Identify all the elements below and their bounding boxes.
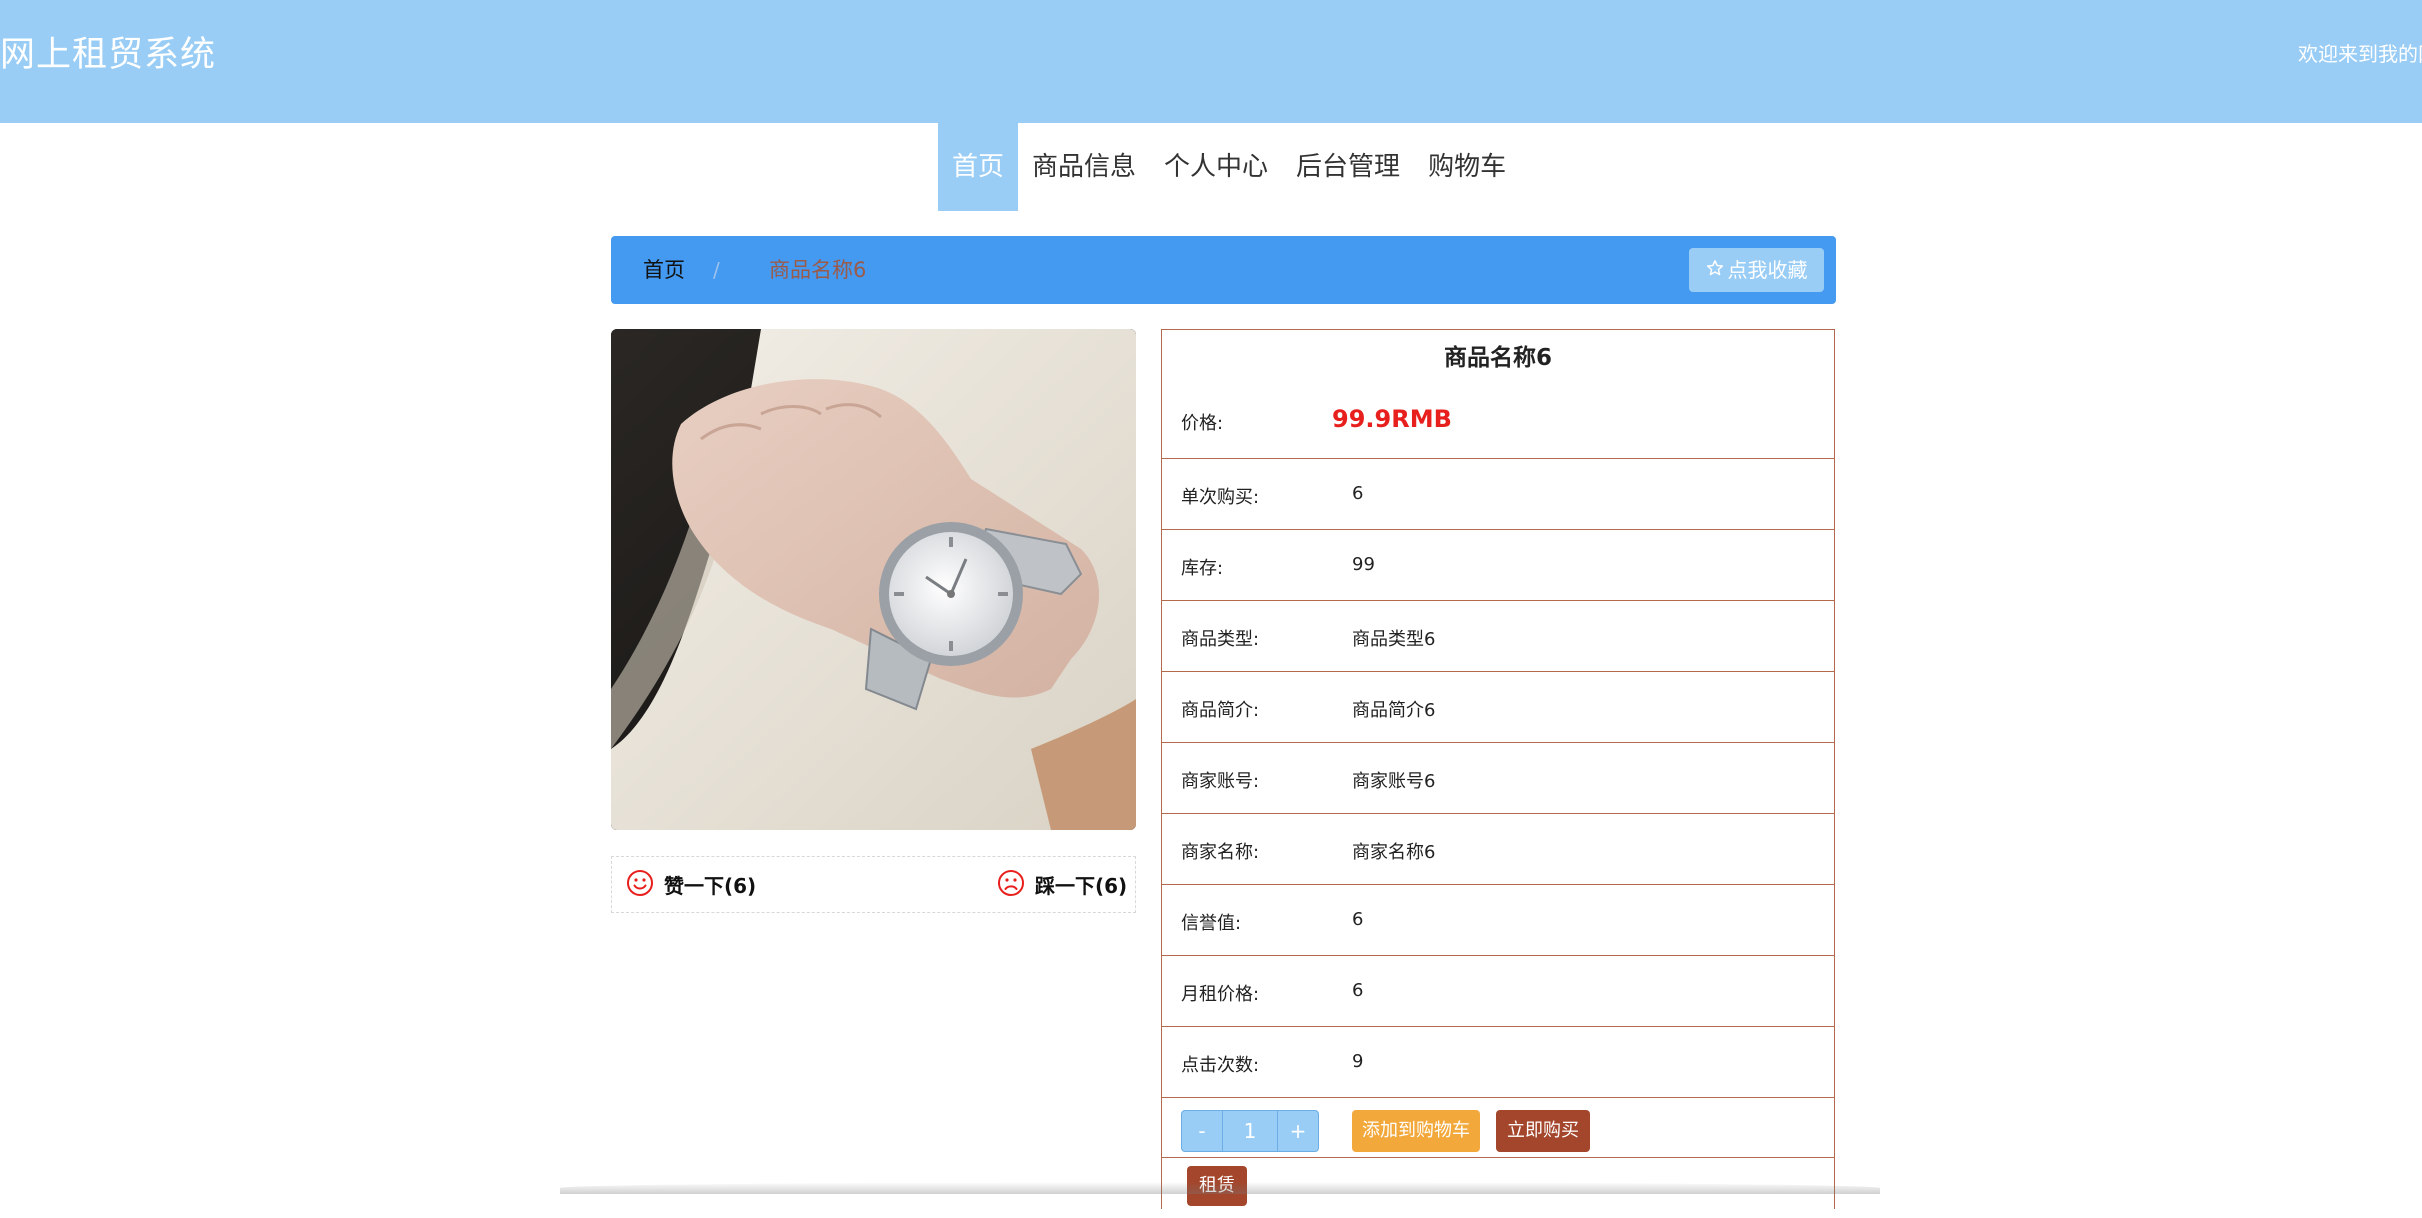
field-value: 商家名称6	[1352, 842, 1436, 863]
detail-row-clicks: 点击次数: 9	[1162, 1027, 1834, 1098]
quantity-input[interactable]: 1	[1223, 1110, 1277, 1152]
field-label: 点击次数:	[1181, 1055, 1260, 1076]
like-label: 赞一下(6)	[664, 874, 757, 898]
field-label: 库存:	[1181, 558, 1224, 579]
main-nav: 首页 商品信息 个人中心 后台管理 购物车	[938, 123, 1520, 211]
buy-now-button[interactable]: 立即购买	[1496, 1110, 1590, 1152]
field-label: 商品简介:	[1181, 700, 1260, 721]
detail-row-type: 商品类型: 商品类型6	[1162, 601, 1834, 672]
breadcrumb: 首页 / 商品名称6 点我收藏	[611, 236, 1836, 304]
smile-icon	[626, 869, 654, 901]
field-label: 商家账号:	[1181, 771, 1260, 792]
quantity-decrease-button[interactable]: -	[1181, 1110, 1223, 1152]
field-label: 月租价格:	[1181, 984, 1260, 1005]
detail-row-intro: 商品简介: 商品简介6	[1162, 672, 1834, 743]
field-value: 6	[1352, 980, 1364, 1001]
nav-item-profile[interactable]: 个人中心	[1150, 123, 1282, 211]
site-title: 网上租贸系统	[0, 35, 217, 75]
field-value: 商品类型6	[1352, 629, 1436, 650]
field-label: 单次购买:	[1181, 487, 1260, 508]
price-label: 价格:	[1181, 413, 1224, 434]
purchase-actions-row: - 1 + 添加到购物车 立即购买	[1162, 1098, 1834, 1158]
star-outline-icon	[1706, 248, 1724, 292]
detail-row-single-purchase: 单次购买: 6	[1162, 459, 1834, 530]
detail-row-merchant-name: 商家名称: 商家名称6	[1162, 814, 1834, 885]
field-value: 6	[1352, 909, 1364, 930]
detail-row-stock: 库存: 99	[1162, 530, 1834, 601]
field-label: 商品类型:	[1181, 629, 1260, 650]
nav-item-cart[interactable]: 购物车	[1414, 123, 1520, 211]
breadcrumb-separator: /	[713, 258, 720, 282]
site-header: 网上租贸系统 欢迎来到我的网	[0, 0, 2422, 123]
field-value: 商品简介6	[1352, 700, 1436, 721]
vote-box: 赞一下(6) 踩一下(6)	[611, 856, 1136, 913]
nav-item-home[interactable]: 首页	[938, 123, 1019, 211]
detail-row-merchant-account: 商家账号: 商家账号6	[1162, 743, 1834, 814]
dislike-label: 踩一下(6)	[1035, 874, 1128, 898]
like-button[interactable]: 赞一下(6)	[626, 857, 756, 912]
frown-icon	[997, 869, 1025, 901]
quantity-stepper: - 1 +	[1181, 1110, 1319, 1152]
field-value: 6	[1352, 483, 1364, 504]
product-name: 商品名称6	[1443, 345, 1552, 371]
field-value: 99	[1352, 554, 1375, 575]
field-label: 商家名称:	[1181, 842, 1260, 863]
add-to-cart-button[interactable]: 添加到购物车	[1352, 1110, 1480, 1152]
breadcrumb-home-link[interactable]: 首页	[643, 236, 685, 304]
detail-row-credit: 信誉值: 6	[1162, 885, 1834, 956]
field-value: 商家账号6	[1352, 771, 1436, 792]
price-value: 99.9RMB	[1332, 405, 1452, 433]
detail-row-monthly-rent: 月租价格: 6	[1162, 956, 1834, 1027]
nav-item-products[interactable]: 商品信息	[1018, 123, 1150, 211]
field-label: 信誉值:	[1181, 913, 1242, 934]
quantity-increase-button[interactable]: +	[1277, 1110, 1319, 1152]
price-row: 商品名称6 价格: 99.9RMB	[1162, 330, 1834, 459]
product-image	[611, 329, 1136, 830]
footer-shadow	[560, 1182, 1880, 1194]
nav-item-admin[interactable]: 后台管理	[1282, 123, 1414, 211]
welcome-text: 欢迎来到我的网	[2298, 42, 2422, 66]
product-detail-panel: 商品名称6 价格: 99.9RMB 单次购买: 6 库存: 99 商品类型: 商…	[1161, 329, 1835, 1209]
breadcrumb-current: 商品名称6	[769, 258, 867, 282]
favorite-button-label: 点我收藏	[1727, 258, 1808, 282]
favorite-button[interactable]: 点我收藏	[1689, 248, 1824, 292]
field-value: 9	[1352, 1051, 1364, 1072]
dislike-button[interactable]: 踩一下(6)	[997, 857, 1127, 912]
